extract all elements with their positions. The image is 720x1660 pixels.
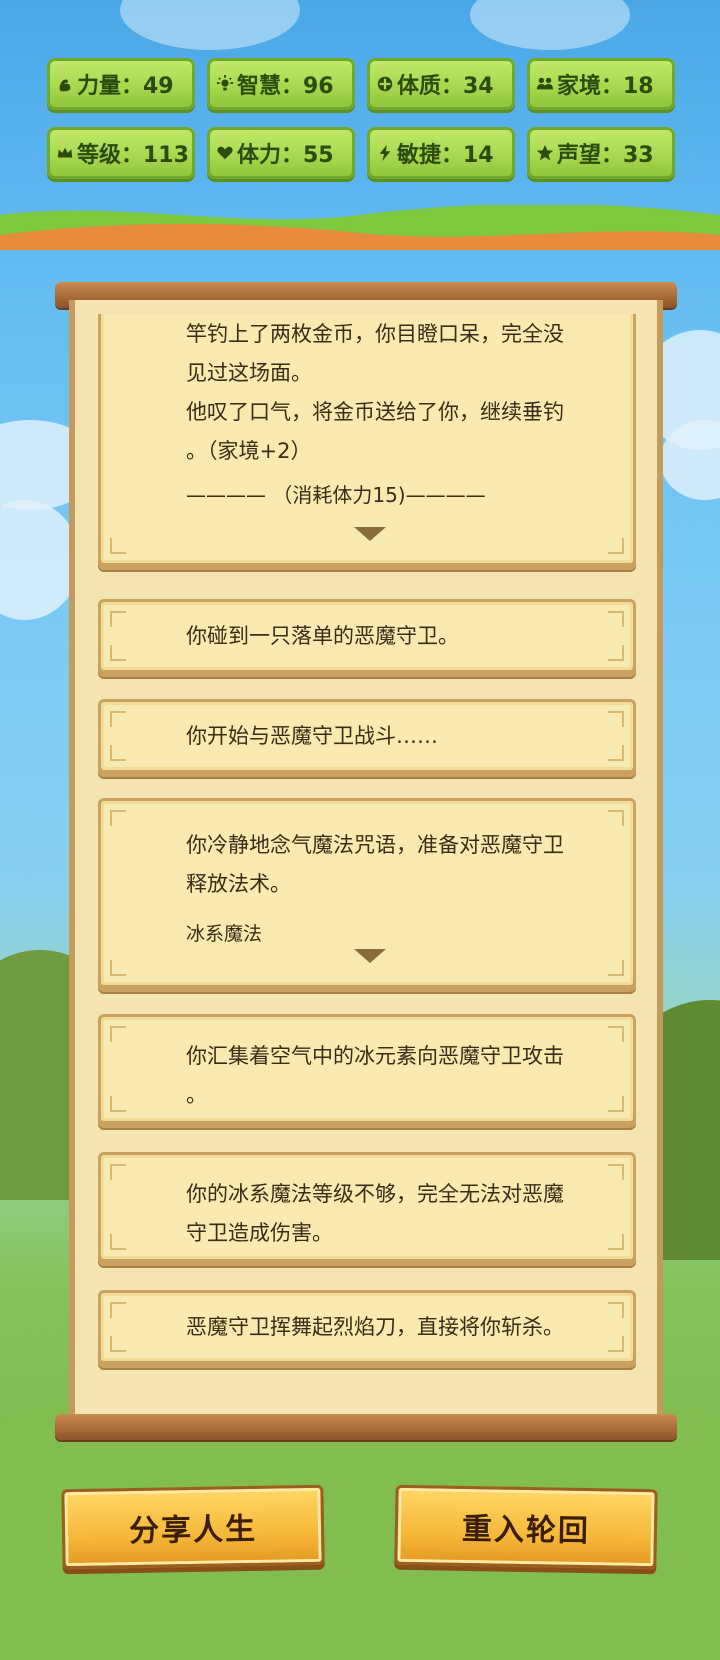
event-text: 恶魔守卫挥舞起烈焰刀，直接将你斩杀。 xyxy=(186,1315,564,1339)
stat-strength-label: 力量：49 xyxy=(77,74,174,99)
event-card: 竿钓上了两枚金币，你目瞪口呆，完全没 见过这场面。 他叹了口气，将金币送给了你，… xyxy=(98,314,636,566)
chosen-option: 冰系魔法 xyxy=(186,923,263,945)
stat-wisdom-label: 智慧：96 xyxy=(237,74,334,99)
stat-reputation: 声望：33 xyxy=(527,127,675,179)
restart-button[interactable]: 重入轮回 xyxy=(394,1484,658,1570)
stat-agility: 敏捷：14 xyxy=(367,127,515,179)
stat-level-label: 等级：113 xyxy=(77,143,189,168)
scroll-rod-bottom xyxy=(55,1414,677,1440)
share-life-button[interactable]: 分享人生 xyxy=(61,1484,325,1570)
event-scroll-panel: 竿钓上了两枚金币，你目瞪口呆，完全没 见过这场面。 他叹了口气，将金币送给了你，… xyxy=(55,282,677,1460)
event-card: 你开始与恶魔守卫战斗…… xyxy=(98,699,636,773)
event-card: 你冷静地念气魔法咒语，准备对恶魔守卫 释放法术。 冰系魔法 xyxy=(98,798,636,988)
expand-arrow-icon[interactable] xyxy=(354,527,386,541)
stat-constitution-label: 体质：34 xyxy=(397,74,494,99)
event-feed[interactable]: 竿钓上了两枚金币，你目瞪口呆，完全没 见过这场面。 他叹了口气，将金币送给了你，… xyxy=(98,314,636,1404)
event-text: 你开始与恶魔守卫战斗…… xyxy=(186,724,438,748)
stat-wisdom: 智慧：96 xyxy=(207,58,355,110)
family-icon xyxy=(535,74,555,94)
crown-icon xyxy=(55,143,75,163)
stat-family: 家境：18 xyxy=(527,58,675,110)
stat-stamina-label: 体力：55 xyxy=(237,143,334,168)
stat-stamina: 体力：55 xyxy=(207,127,355,179)
stats-header: 力量：49 智慧：96 体质：34 家境：18 等级：113 体力：55 敏捷：… xyxy=(0,0,720,250)
restart-label: 重入轮回 xyxy=(461,1511,591,1550)
wisdom-icon xyxy=(215,74,235,94)
event-text: 你碰到一只落单的恶魔守卫。 xyxy=(186,624,459,648)
event-card: 你汇集着空气中的冰元素向恶魔守卫攻击 。 xyxy=(98,1014,636,1124)
share-life-label: 分享人生 xyxy=(128,1511,258,1550)
stamina-cost-separator: ———— （消耗体力15)———— xyxy=(186,483,486,507)
stat-reputation-label: 声望：33 xyxy=(557,143,654,168)
stat-family-label: 家境：18 xyxy=(557,74,654,99)
event-text: 你汇集着空气中的冰元素向恶魔守卫攻击 。 xyxy=(186,1044,564,1107)
stat-strength: 力量：49 xyxy=(47,58,195,110)
event-card: 你碰到一只落单的恶魔守卫。 xyxy=(98,599,636,673)
event-text: 你冷静地念气魔法咒语，准备对恶魔守卫 释放法术。 xyxy=(186,833,564,896)
lightning-icon xyxy=(375,143,395,163)
header-wave-divider xyxy=(0,205,720,250)
constitution-icon xyxy=(375,74,395,94)
heart-icon xyxy=(215,143,235,163)
event-text: 竿钓上了两枚金币，你目瞪口呆，完全没 见过这场面。 他叹了口气，将金币送给了你，… xyxy=(186,322,564,463)
event-text: 你的冰系魔法等级不够，完全无法对恶魔 守卫造成伤害。 xyxy=(186,1182,564,1245)
expand-arrow-icon[interactable] xyxy=(354,949,386,963)
stat-agility-label: 敏捷：14 xyxy=(397,143,494,168)
event-card: 恶魔守卫挥舞起烈焰刀，直接将你斩杀。 xyxy=(98,1290,636,1364)
stat-level: 等级：113 xyxy=(47,127,195,179)
stat-constitution: 体质：34 xyxy=(367,58,515,110)
event-card: 你的冰系魔法等级不够，完全无法对恶魔 守卫造成伤害。 xyxy=(98,1152,636,1262)
strength-icon xyxy=(55,74,75,94)
star-icon xyxy=(535,143,555,163)
